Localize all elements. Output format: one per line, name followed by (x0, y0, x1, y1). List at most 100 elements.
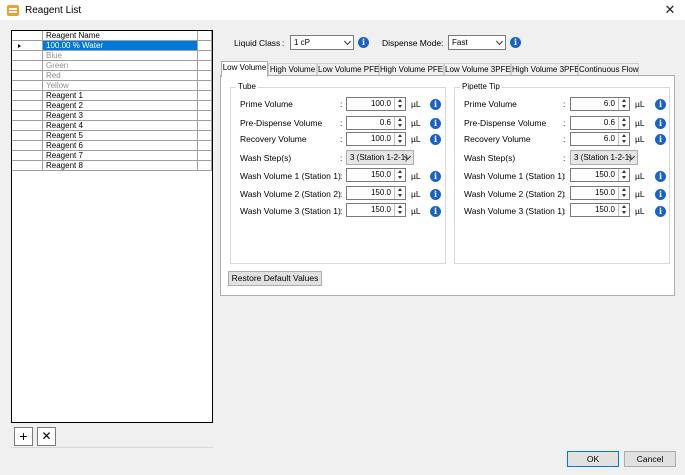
tube-prime-volume-input[interactable]: 100.0 (346, 97, 406, 111)
spinner-arrows-icon[interactable] (618, 204, 629, 216)
table-row[interactable]: Reagent 2 (12, 101, 212, 111)
row-header-cell[interactable] (12, 141, 43, 151)
table-row[interactable]: Reagent 8 (12, 161, 212, 171)
table-row[interactable]: Reagent 3 (12, 111, 212, 121)
tip-wash-volume-2-info-icon[interactable]: i (655, 189, 666, 200)
table-row[interactable]: 100.00 % Water (12, 41, 212, 51)
reagent-name-cell[interactable]: Reagent 6 (43, 141, 198, 151)
restore-default-values-button[interactable]: Restore Default Values (228, 271, 322, 286)
reagent-name-cell[interactable]: Reagent 5 (43, 131, 198, 141)
tab-low-volume[interactable]: Low Volume (221, 61, 268, 77)
row-extra-cell[interactable] (198, 101, 212, 111)
spinner-arrows-icon[interactable] (394, 98, 405, 110)
reagent-name-cell[interactable]: Reagent 1 (43, 91, 198, 101)
spinner-arrows-icon[interactable] (618, 98, 629, 110)
table-row[interactable]: Reagent 4 (12, 121, 212, 131)
table-row[interactable]: Blue (12, 51, 212, 61)
table-row[interactable]: Red (12, 71, 212, 81)
liquid-class-select[interactable]: 1 cP (290, 35, 354, 50)
tip-wash-volume-1-input[interactable]: 150.0 (570, 168, 630, 182)
remove-reagent-button[interactable]: ✕ (37, 427, 56, 446)
tip-wash-volume-3-input[interactable]: 150.0 (570, 203, 630, 217)
close-icon[interactable]: ✕ (661, 1, 679, 19)
ok-button[interactable]: OK (567, 451, 619, 467)
tube-recovery-volume-info-icon[interactable]: i (430, 134, 441, 145)
tip-wash-volume-2-input[interactable]: 150.0 (570, 186, 630, 200)
spinner-arrows-icon[interactable] (394, 169, 405, 181)
liquid-class-info-icon[interactable]: i (358, 37, 369, 48)
row-header-cell[interactable] (12, 51, 43, 61)
row-extra-cell[interactable] (198, 51, 212, 61)
row-extra-cell[interactable] (198, 41, 212, 51)
spinner-arrows-icon[interactable] (394, 133, 405, 145)
table-row[interactable]: Reagent 5 (12, 131, 212, 141)
row-extra-cell[interactable] (198, 161, 212, 171)
tube-prime-volume-info-icon[interactable]: i (430, 99, 441, 110)
row-header-cell[interactable] (12, 111, 43, 121)
row-extra-cell[interactable] (198, 111, 212, 121)
row-header-cell[interactable] (12, 41, 43, 51)
row-header-cell[interactable] (12, 121, 43, 131)
column-header-reagent-name[interactable]: Reagent Name (43, 31, 198, 41)
table-row[interactable]: Reagent 6 (12, 141, 212, 151)
row-extra-cell[interactable] (198, 61, 212, 71)
reagent-name-cell[interactable]: 100.00 % Water (43, 41, 198, 51)
row-extra-cell[interactable] (198, 81, 212, 91)
table-row[interactable]: Reagent 1 (12, 91, 212, 101)
row-extra-cell[interactable] (198, 121, 212, 131)
tube-wash-volume-3-input[interactable]: 150.0 (346, 203, 406, 217)
spinner-arrows-icon[interactable] (394, 204, 405, 216)
tube-wash-volume-2-input[interactable]: 150.0 (346, 186, 406, 200)
tip-recovery-volume-info-icon[interactable]: i (655, 134, 666, 145)
tube-wash-volume-2-info-icon[interactable]: i (430, 189, 441, 200)
add-reagent-button[interactable]: + (14, 427, 33, 446)
row-header-cell[interactable] (12, 81, 43, 91)
row-header-cell[interactable] (12, 101, 43, 111)
reagent-grid[interactable]: Reagent Name 100.00 % Water Blue Green R… (11, 30, 213, 423)
reagent-name-cell[interactable]: Yellow (43, 81, 198, 91)
reagent-name-cell[interactable]: Red (43, 71, 198, 81)
tip-prime-volume-input[interactable]: 6.0 (570, 97, 630, 111)
spinner-arrows-icon[interactable] (394, 117, 405, 129)
row-header-cell[interactable] (12, 131, 43, 141)
spinner-arrows-icon[interactable] (618, 117, 629, 129)
spinner-arrows-icon[interactable] (618, 187, 629, 199)
reagent-name-cell[interactable]: Reagent 4 (43, 121, 198, 131)
spinner-arrows-icon[interactable] (394, 187, 405, 199)
row-extra-cell[interactable] (198, 131, 212, 141)
reagent-name-cell[interactable]: Reagent 2 (43, 101, 198, 111)
spinner-arrows-icon[interactable] (618, 133, 629, 145)
reagent-name-cell[interactable]: Green (43, 61, 198, 71)
tip-wash-volume-1-info-icon[interactable]: i (655, 171, 666, 182)
tube-wash-volume-1-input[interactable]: 150.0 (346, 168, 406, 182)
reagent-name-cell[interactable]: Blue (43, 51, 198, 61)
table-row[interactable]: Reagent 7 (12, 151, 212, 161)
tube-wash-volume-1-info-icon[interactable]: i (430, 171, 441, 182)
reagent-name-cell[interactable]: Reagent 3 (43, 111, 198, 121)
tube-wash-volume-3-info-icon[interactable]: i (430, 206, 441, 217)
row-extra-cell[interactable] (198, 141, 212, 151)
tip-wash-steps-select[interactable]: 3 (Station 1-2-1) (570, 150, 638, 165)
row-extra-cell[interactable] (198, 151, 212, 161)
tube-recovery-volume-input[interactable]: 100.0 (346, 132, 406, 146)
row-header-cell[interactable] (12, 91, 43, 101)
tip-pre-dispense-volume-input[interactable]: 0.6 (570, 116, 630, 130)
spinner-arrows-icon[interactable] (618, 169, 629, 181)
tip-prime-volume-info-icon[interactable]: i (655, 99, 666, 110)
tube-pre-dispense-volume-info-icon[interactable]: i (430, 118, 441, 129)
row-header-cell[interactable] (12, 161, 43, 171)
row-header-cell[interactable] (12, 71, 43, 81)
row-header-cell[interactable] (12, 151, 43, 161)
tip-pre-dispense-volume-info-icon[interactable]: i (655, 118, 666, 129)
row-extra-cell[interactable] (198, 91, 212, 101)
reagent-name-cell[interactable]: Reagent 7 (43, 151, 198, 161)
reagent-name-cell[interactable]: Reagent 8 (43, 161, 198, 171)
table-row[interactable]: Green (12, 61, 212, 71)
row-extra-cell[interactable] (198, 71, 212, 81)
tip-wash-volume-3-info-icon[interactable]: i (655, 206, 666, 217)
dispense-mode-select[interactable]: Fast (448, 35, 506, 50)
tip-recovery-volume-input[interactable]: 6.0 (570, 132, 630, 146)
tube-pre-dispense-volume-input[interactable]: 0.6 (346, 116, 406, 130)
table-row[interactable]: Yellow (12, 81, 212, 91)
cancel-button[interactable]: Cancel (624, 451, 676, 467)
